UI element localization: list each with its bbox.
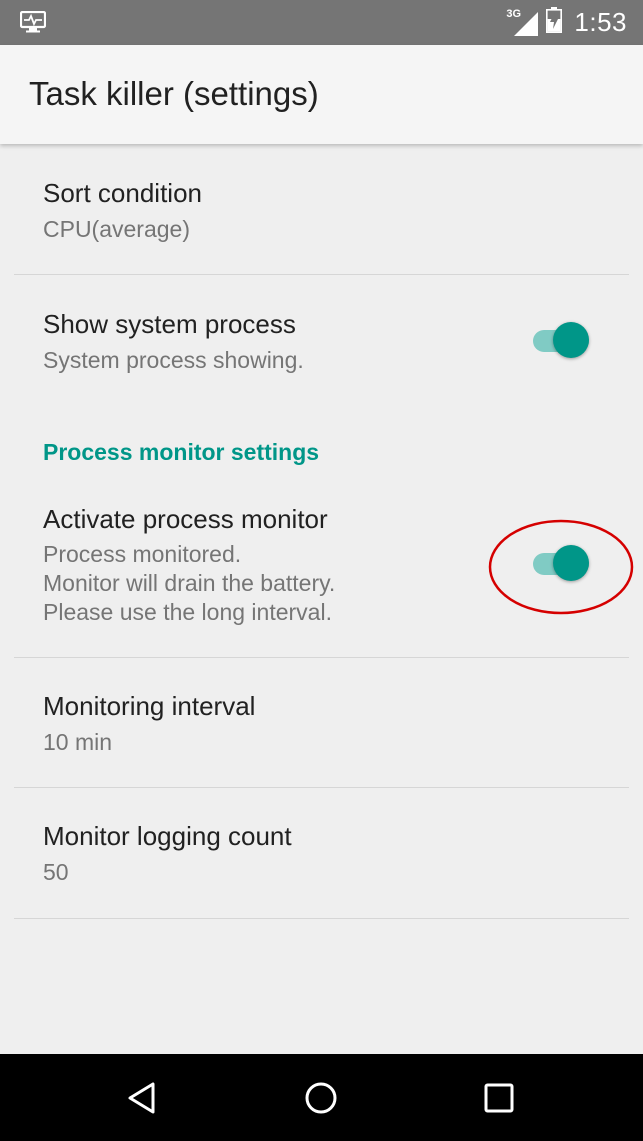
pref-show-system-process[interactable]: Show system process System process showi…	[14, 275, 629, 410]
pref-title: Monitor logging count	[43, 821, 292, 851]
status-bar: 3G 1:53	[0, 0, 643, 45]
screen: 3G 1:53 Task killer (settings) Sort cond…	[0, 0, 643, 1141]
pref-title: Monitoring interval	[43, 691, 256, 721]
navigation-bar	[0, 1054, 643, 1141]
toggle-thumb	[553, 322, 589, 358]
pref-title: Activate process monitor	[43, 504, 328, 534]
status-clock: 1:53	[574, 7, 627, 37]
pref-monitor-logging-count[interactable]: Monitor logging count 50	[14, 788, 629, 918]
status-icons: 3G 1:53	[504, 0, 627, 45]
pref-summary-line: Monitor will drain the battery.	[43, 570, 336, 596]
back-triangle-icon[interactable]	[118, 1074, 166, 1122]
pref-monitoring-interval[interactable]: Monitoring interval 10 min	[14, 658, 629, 787]
pref-summary: 50	[43, 859, 69, 885]
pref-summary-line: Process monitored.	[43, 541, 242, 567]
app-bar: Task killer (settings)	[0, 45, 643, 144]
battery-charging-icon	[546, 7, 563, 38]
highlight-ellipse	[488, 519, 634, 615]
cell-signal-icon: 3G	[504, 8, 539, 38]
show-system-process-toggle[interactable]	[529, 320, 593, 360]
pref-summary: CPU(average)	[43, 216, 190, 242]
page-title: Task killer (settings)	[29, 75, 319, 112]
divider	[14, 918, 629, 919]
monitor-pulse-icon	[19, 10, 47, 33]
pref-summary-line: Please use the long interval.	[43, 599, 332, 625]
pref-summary: System process showing.	[43, 347, 304, 373]
category-header: Process monitor settings	[43, 439, 320, 465]
pref-title: Show system process	[43, 309, 296, 339]
pref-summary: 10 min	[43, 729, 113, 755]
pref-title: Sort condition	[43, 178, 202, 208]
recents-square-icon[interactable]	[475, 1074, 523, 1122]
pref-sort-condition[interactable]: Sort condition CPU(average)	[14, 150, 629, 274]
home-circle-icon[interactable]	[297, 1074, 345, 1122]
